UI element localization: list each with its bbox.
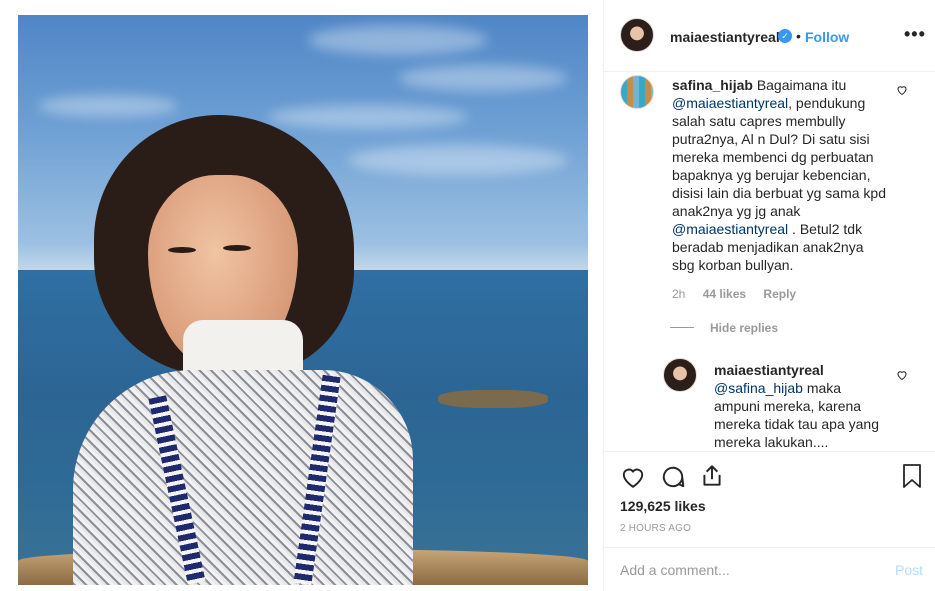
mention-link[interactable]: @safina_hijab <box>714 380 803 396</box>
comment-text-part: Bagaimana itu <box>756 77 847 93</box>
share-icon[interactable] <box>699 463 725 489</box>
post-header: maiaestiantyreal ✓ • Follow ••• <box>604 0 935 72</box>
reply-button[interactable]: Reply <box>763 287 796 301</box>
reply-avatar[interactable] <box>663 358 697 392</box>
comment-time[interactable]: 2h <box>672 287 685 301</box>
hide-replies-line <box>670 327 694 328</box>
cloud <box>268 105 468 129</box>
comment-text-part: , pendukung salah satu capres membully p… <box>672 95 887 219</box>
verified-check-icon: ✓ <box>778 29 792 43</box>
comment-likes[interactable]: 44 likes <box>703 287 746 301</box>
more-options-icon[interactable]: ••• <box>904 24 926 45</box>
reply-username[interactable]: maiaestiantyreal <box>714 362 824 378</box>
post-author-username[interactable]: maiaestiantyreal <box>670 29 780 45</box>
cloud <box>348 145 568 175</box>
cloud <box>38 95 178 117</box>
add-comment-bar: Post <box>604 547 935 591</box>
cloud <box>398 65 568 91</box>
reply-like-heart-icon[interactable] <box>896 369 908 381</box>
rock <box>438 390 548 408</box>
post-photo[interactable] <box>18 15 588 585</box>
comment-body: safina_hijab Bagaimana itu @maiaestianty… <box>672 76 887 274</box>
likes-count[interactable]: 129,625 likes <box>620 498 706 514</box>
mention-link[interactable]: @maiaestiantyreal <box>672 95 788 111</box>
mention-link[interactable]: @maiaestiantyreal <box>672 221 788 237</box>
commenter-avatar[interactable] <box>620 75 654 109</box>
post-button[interactable]: Post <box>895 562 923 578</box>
bookmark-icon[interactable] <box>900 463 924 489</box>
commenter-username[interactable]: safina_hijab <box>672 77 753 93</box>
avatar[interactable] <box>620 18 654 52</box>
post-actions: 129,625 likes 2 HOURS AGO <box>604 451 935 547</box>
comment-like-heart-icon[interactable] <box>896 84 908 96</box>
eye <box>168 247 196 253</box>
comments-list[interactable]: safina_hijab Bagaimana itu @maiaestianty… <box>604 73 935 451</box>
eye <box>223 245 251 251</box>
reply-body: maiaestiantyreal @safina_hijab maka ampu… <box>714 361 889 451</box>
comment-meta: 2h 44 likes Reply <box>672 287 810 301</box>
hide-replies-button[interactable]: Hide replies <box>710 321 778 335</box>
separator-dot: • <box>796 28 801 44</box>
cloud <box>308 25 488 55</box>
comment-input[interactable] <box>620 558 870 582</box>
like-heart-icon[interactable] <box>620 464 646 490</box>
comment-bubble-icon[interactable] <box>660 464 686 490</box>
follow-button[interactable]: Follow <box>805 29 849 45</box>
tweed-jacket <box>73 370 413 585</box>
post-time-ago[interactable]: 2 HOURS AGO <box>620 523 691 534</box>
